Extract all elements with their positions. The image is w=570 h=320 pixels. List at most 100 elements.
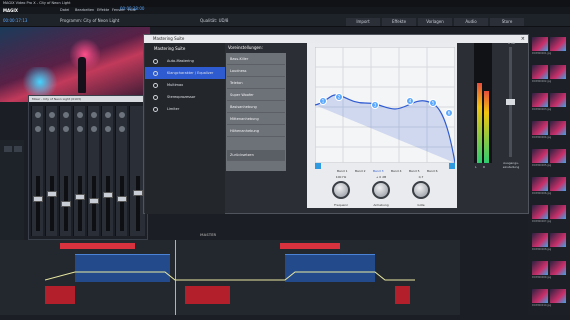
media-thumbnail[interactable]: [532, 177, 548, 191]
pan-knob[interactable]: [77, 112, 83, 118]
pan-knob[interactable]: [49, 126, 55, 132]
preset-item[interactable]: Bass-Killer: [227, 54, 285, 65]
media-thumbnail[interactable]: [532, 289, 548, 303]
fader-cap[interactable]: [117, 196, 127, 202]
q-knob[interactable]: [412, 181, 430, 199]
preset-item[interactable]: Basisanhebung: [227, 102, 285, 113]
frequency-knob[interactable]: [332, 181, 350, 199]
media-thumbnail[interactable]: [550, 37, 566, 51]
pan-knob[interactable]: [35, 126, 41, 132]
media-thumbnail[interactable]: [550, 149, 566, 163]
fader-cap[interactable]: [103, 192, 113, 198]
volume-fader[interactable]: [120, 176, 124, 231]
media-thumbnail[interactable]: [550, 121, 566, 135]
fader-cap[interactable]: [61, 201, 71, 207]
lowcut-icon[interactable]: [315, 163, 321, 169]
mastering-suite-dialog[interactable]: Mastering Suite × Mastering Suite Auto-M…: [143, 34, 529, 214]
media-thumbnail[interactable]: [532, 37, 548, 51]
pan-knob[interactable]: [63, 126, 69, 132]
redo-icon[interactable]: [14, 146, 22, 152]
meter-channel-r: R: [483, 165, 486, 169]
fader-cap[interactable]: [75, 194, 85, 200]
pan-knob[interactable]: [91, 126, 97, 132]
eq-point[interactable]: 5: [429, 99, 437, 107]
media-thumbnail[interactable]: [550, 65, 566, 79]
video-clip[interactable]: [60, 243, 135, 249]
band-label[interactable]: Band 3: [373, 169, 384, 173]
band-label[interactable]: Band 6: [427, 169, 438, 173]
pan-knob[interactable]: [119, 126, 125, 132]
menu-file[interactable]: Datei: [60, 8, 69, 12]
preset-item[interactable]: Höhenanhebung: [227, 126, 285, 137]
preset-item[interactable]: Teleton: [227, 78, 285, 89]
eq-point[interactable]: 4: [406, 97, 414, 105]
audio-mixer-window[interactable]: Mixer - City of Neon Light (0103): [28, 95, 148, 240]
preset-item[interactable]: Super Woofer: [227, 90, 285, 101]
eq-point[interactable]: 6: [445, 109, 453, 117]
gain-knob[interactable]: [372, 181, 390, 199]
media-thumbnail[interactable]: [532, 261, 548, 275]
eq-point[interactable]: 1: [319, 97, 327, 105]
pan-knob[interactable]: [105, 112, 111, 118]
volume-envelope[interactable]: [45, 262, 415, 302]
band-label[interactable]: Band 5: [409, 169, 420, 173]
equalizer-panel[interactable]: 1 2 3 4 5 6 Band 1 Band 2 Band 3 Band 4 …: [307, 43, 457, 208]
fader-cap[interactable]: [33, 196, 43, 202]
nav-multimax[interactable]: Multimax: [145, 79, 225, 91]
media-thumbnail[interactable]: [550, 205, 566, 219]
nav-limiter[interactable]: Limiter: [145, 103, 225, 115]
eq-point[interactable]: 3: [371, 101, 379, 109]
fader-cap[interactable]: [47, 191, 57, 197]
pan-knob[interactable]: [105, 126, 111, 132]
preset-item[interactable]: Mittenanhebung: [227, 114, 285, 125]
media-thumbnail[interactable]: [550, 177, 566, 191]
video-preview[interactable]: [0, 27, 150, 102]
volume-fader[interactable]: [106, 176, 110, 231]
nav-stereo-processor[interactable]: Stereoprozessor: [145, 91, 225, 103]
media-thumbnail[interactable]: [532, 65, 548, 79]
media-thumbnail[interactable]: [532, 233, 548, 247]
tab-effects[interactable]: Effekte: [382, 18, 416, 26]
reset-button[interactable]: Zurücksetzen: [227, 150, 285, 161]
pan-knob[interactable]: [49, 112, 55, 118]
close-icon[interactable]: ×: [521, 35, 525, 43]
fader-cap[interactable]: [89, 198, 99, 204]
media-thumbnail[interactable]: [550, 289, 566, 303]
volume-fader[interactable]: [50, 176, 54, 231]
dialog-title-bar[interactable]: Mastering Suite ×: [144, 35, 528, 43]
band-label[interactable]: Band 4: [391, 169, 402, 173]
preset-item[interactable]: Loudness: [227, 66, 285, 77]
master-fader[interactable]: [136, 176, 140, 231]
pan-knob[interactable]: [91, 112, 97, 118]
gain-label: Anhebung: [373, 203, 389, 207]
media-thumbnail[interactable]: [532, 149, 548, 163]
eq-point[interactable]: 2: [335, 93, 343, 101]
tab-import[interactable]: Import: [346, 18, 380, 26]
media-thumbnail[interactable]: [532, 121, 548, 135]
highcut-icon[interactable]: [449, 163, 455, 169]
pan-knob[interactable]: [35, 112, 41, 118]
tab-templates[interactable]: Vorlagen: [418, 18, 452, 26]
volume-fader[interactable]: [36, 176, 40, 231]
media-thumbnail[interactable]: [550, 233, 566, 247]
menu-edit[interactable]: Bearbeiten: [75, 8, 94, 12]
media-thumbnail[interactable]: [532, 93, 548, 107]
menu-effects[interactable]: Effekte: [97, 8, 109, 12]
output-slider-thumb[interactable]: [506, 99, 515, 105]
media-thumbnail[interactable]: [550, 261, 566, 275]
pan-knob[interactable]: [119, 112, 125, 118]
media-thumbnail[interactable]: [550, 93, 566, 107]
undo-icon[interactable]: [4, 146, 12, 152]
tab-audio[interactable]: Audio: [454, 18, 488, 26]
pan-knob[interactable]: [63, 112, 69, 118]
band-label[interactable]: Band 2: [355, 169, 366, 173]
media-thumbnail[interactable]: [532, 205, 548, 219]
fader-cap[interactable]: [133, 190, 143, 196]
tab-store[interactable]: Store: [490, 18, 524, 26]
band-label[interactable]: Band 1: [337, 169, 348, 173]
volume-fader[interactable]: [78, 176, 82, 231]
video-clip[interactable]: [280, 243, 340, 249]
nav-equalizer[interactable]: Klangcharakter / Equalizer: [145, 67, 225, 79]
nav-auto-mastering[interactable]: Auto-Mastering: [145, 55, 225, 67]
pan-knob[interactable]: [77, 126, 83, 132]
